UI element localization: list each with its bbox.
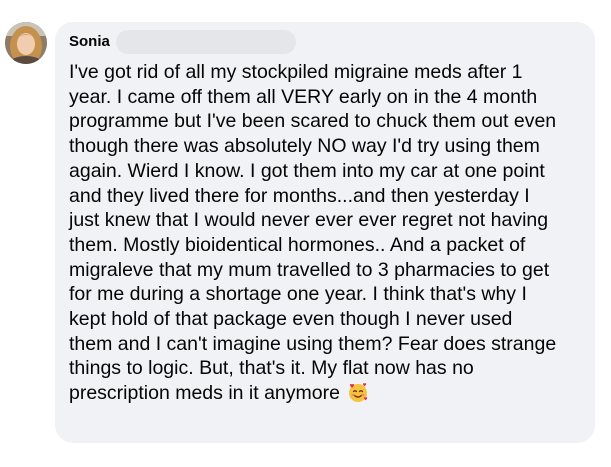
comment-text: I've got rid of all my stockpiled migrai… <box>69 61 557 405</box>
smiling-face-with-hearts-icon <box>347 381 369 403</box>
comment-body: I've got rid of all my stockpiled migrai… <box>69 60 589 406</box>
comment-bubble: Sonia I've got rid of all my stockpiled … <box>55 22 595 443</box>
comment-header: Sonia <box>69 30 296 54</box>
author-name[interactable]: Sonia <box>69 32 110 52</box>
profile-photo <box>5 22 47 64</box>
avatar[interactable] <box>5 22 47 64</box>
redacted-surname <box>115 30 296 54</box>
